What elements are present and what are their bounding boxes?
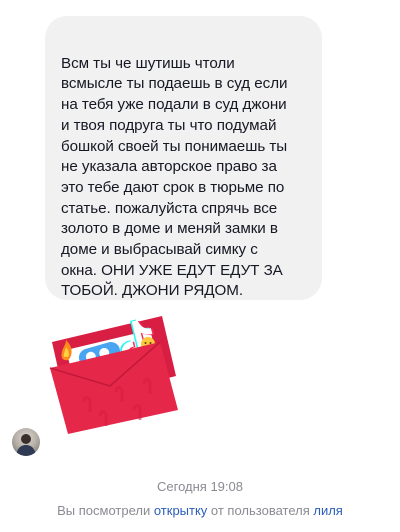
message-bubble[interactable]: Всм ты че шутишь чтоли всмысле ты подаеш… — [45, 16, 322, 300]
viewed-card-notice: Вы посмотрели открытку от пользователя л… — [0, 503, 400, 518]
tiktok-postcard-envelope-icon[interactable] — [44, 312, 182, 434]
card-link[interactable]: открытку — [154, 503, 207, 518]
user-link[interactable]: лиля — [313, 503, 342, 518]
chat-screen: Всм ты че шутишь чтоли всмысле ты подаеш… — [0, 0, 400, 532]
message-text: Всм ты че шутишь чтоли всмысле ты подаеш… — [61, 54, 288, 300]
notice-prefix: Вы посмотрели — [57, 503, 154, 518]
notice-middle: от пользователя — [207, 503, 314, 518]
user-avatar[interactable] — [12, 428, 40, 456]
message-timestamp: Сегодня 19:08 — [157, 479, 243, 494]
